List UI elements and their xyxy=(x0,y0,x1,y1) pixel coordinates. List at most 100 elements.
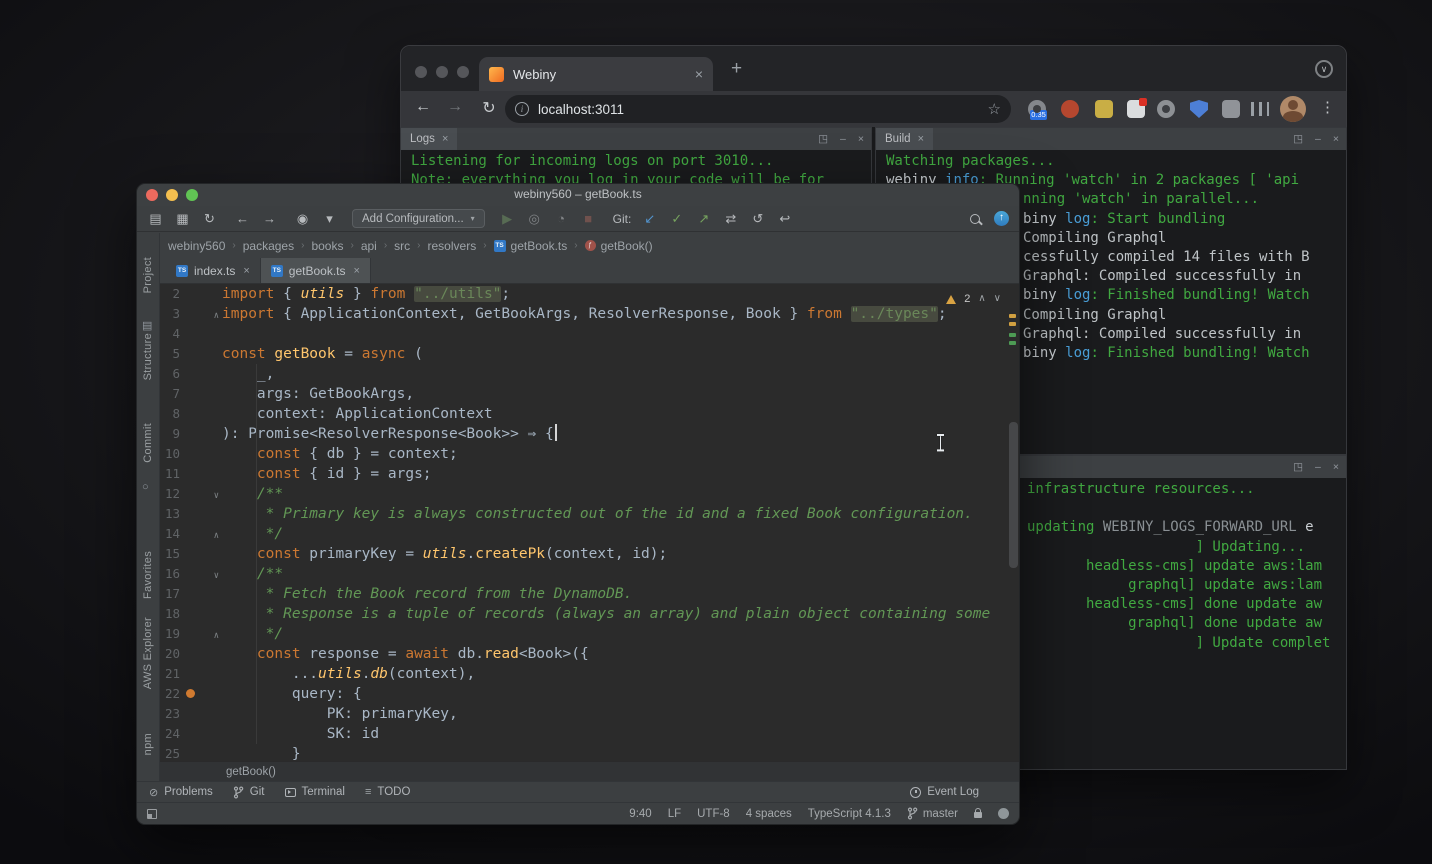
fold-icon[interactable]: ∧ xyxy=(214,626,219,646)
float-icon[interactable]: ◳ xyxy=(1293,133,1303,145)
close-icon[interactable]: × xyxy=(858,133,864,145)
tab-search-button[interactable]: ∨ xyxy=(1315,60,1333,78)
open-project-icon[interactable]: ▤ xyxy=(147,210,164,227)
sidebar-item-aws-explorer[interactable]: AWS Explorer xyxy=(142,617,154,689)
close-icon[interactable]: × xyxy=(1333,461,1339,473)
tab-close-icon[interactable]: × xyxy=(354,265,360,277)
traffic-light-icon[interactable] xyxy=(436,66,448,78)
traffic-light-icon[interactable] xyxy=(166,189,178,201)
bookmark-star-icon[interactable]: ☆ xyxy=(988,100,1001,118)
git-commit-icon[interactable]: ✓ xyxy=(668,210,685,227)
profile-avatar[interactable] xyxy=(1280,96,1306,122)
typescript-version[interactable]: TypeScript 4.1.3 xyxy=(808,808,891,820)
editor-scrollbar[interactable] xyxy=(1009,422,1018,568)
minimize-icon[interactable]: – xyxy=(1315,461,1321,473)
ide-title-bar[interactable]: webiny560 – getBook.ts xyxy=(137,184,1019,206)
fold-icon[interactable]: ∨ xyxy=(214,566,219,586)
browser-menu-icon[interactable]: ⋮ xyxy=(1320,98,1335,116)
undo-icon[interactable]: ↩ xyxy=(776,210,793,227)
sidebar-item-favorites[interactable]: Favorites xyxy=(142,551,154,599)
git-update-icon[interactable]: ↙ xyxy=(641,210,658,227)
sidebar-item-npm[interactable]: npm xyxy=(142,733,154,755)
build-tab[interactable]: Build × xyxy=(876,128,933,150)
code-editor[interactable]: 2 ∧ ∨ 2import { utils } from "../utils";… xyxy=(160,284,1019,761)
readonly-toggle[interactable] xyxy=(974,809,982,818)
camera-extension-icon[interactable] xyxy=(1157,100,1175,118)
reload-icon[interactable]: ↻ xyxy=(479,98,499,118)
new-tab-button[interactable]: + xyxy=(731,58,742,80)
aperture-extension-icon[interactable]: 0.35 xyxy=(1028,100,1046,118)
breadcrumb-item[interactable]: packages xyxy=(243,239,294,253)
url-text[interactable]: localhost:3011 xyxy=(538,102,624,117)
next-problem-icon[interactable]: ∨ xyxy=(994,289,1001,309)
sync-icon[interactable]: ↻ xyxy=(201,210,218,227)
encoding[interactable]: UTF-8 xyxy=(697,808,730,820)
editor-tab[interactable]: getBook.ts× xyxy=(261,258,371,283)
user-settings-icon[interactable]: ◉ xyxy=(294,210,311,227)
float-icon[interactable]: ◳ xyxy=(1293,461,1303,473)
debug-icon[interactable]: ◎ xyxy=(526,210,543,227)
ide-update-icon[interactable] xyxy=(994,211,1009,226)
profile-icon[interactable]: ◔ xyxy=(553,210,570,227)
logs-tab[interactable]: Logs × xyxy=(401,128,457,150)
breadcrumb-item[interactable]: src xyxy=(394,239,410,253)
history-icon[interactable]: ↺ xyxy=(749,210,766,227)
browser-tab[interactable]: Webiny × xyxy=(479,57,713,91)
breadcrumb-item[interactable]: getBook() xyxy=(585,239,653,253)
editor-tab[interactable]: index.ts× xyxy=(166,258,261,283)
caret-position[interactable]: 9:40 xyxy=(629,808,651,820)
save-all-icon[interactable]: ▦ xyxy=(174,210,191,227)
puzzle-extension-icon[interactable] xyxy=(1222,100,1240,118)
lines-extension-icon[interactable] xyxy=(1251,102,1269,116)
folder-icon[interactable]: ▤ xyxy=(142,319,152,332)
close-icon[interactable]: × xyxy=(1333,133,1339,145)
red-circle-extension-icon[interactable] xyxy=(1061,100,1079,118)
prev-problem-icon[interactable]: ∧ xyxy=(978,289,985,309)
sidebar-item-commit[interactable]: Commit xyxy=(142,423,154,463)
float-icon[interactable]: ◳ xyxy=(818,133,828,145)
site-info-icon[interactable]: i xyxy=(515,102,529,116)
tab-close-icon[interactable]: × xyxy=(695,66,703,82)
breadcrumb-item[interactable]: api xyxy=(361,239,377,253)
shield-extension-icon[interactable] xyxy=(1190,100,1208,118)
run-configurations-combo[interactable]: Add Configuration... ▾ xyxy=(352,209,485,228)
git-button[interactable]: Git xyxy=(233,786,265,799)
address-bar[interactable]: i localhost:3011 ☆ xyxy=(505,95,1011,123)
fold-icon[interactable]: ∧ xyxy=(214,306,219,326)
stop-icon[interactable]: ■ xyxy=(580,210,597,227)
dropdown-caret-icon[interactable]: ▾ xyxy=(321,210,338,227)
back-icon[interactable]: ← xyxy=(413,98,433,116)
run-icon[interactable]: ▶ xyxy=(499,210,516,227)
problems-button[interactable]: ⊘Problems xyxy=(149,786,213,799)
fold-icon[interactable]: ∧ xyxy=(214,526,219,546)
minimize-icon[interactable]: – xyxy=(840,133,846,145)
breadcrumb-item[interactable]: resolvers xyxy=(428,239,477,253)
todo-button[interactable]: ≡TODO xyxy=(365,786,410,798)
inspections-indicator[interactable] xyxy=(998,808,1009,819)
tab-close-icon[interactable]: × xyxy=(243,265,249,277)
traffic-light-icon[interactable] xyxy=(146,189,158,201)
toolwindow-toggle-icon[interactable] xyxy=(147,809,157,819)
sidebar-item-structure[interactable]: Structure xyxy=(142,333,154,380)
traffic-light-icon[interactable] xyxy=(186,189,198,201)
breadcrumb-item[interactable]: getBook.ts xyxy=(494,239,568,253)
terminal-button[interactable]: Terminal xyxy=(285,786,345,798)
mail-extension-icon[interactable] xyxy=(1127,100,1145,118)
nav-forward-icon[interactable]: → xyxy=(261,210,278,227)
git-push-icon[interactable]: ↗ xyxy=(695,210,712,227)
lightning-extension-icon[interactable] xyxy=(1095,100,1113,118)
breadcrumb-item[interactable]: books xyxy=(311,239,343,253)
forward-icon[interactable]: → xyxy=(445,98,465,116)
line-separator[interactable]: LF xyxy=(668,808,681,820)
gutter-icon[interactable] xyxy=(186,689,195,698)
sidebar-item-project[interactable]: Project xyxy=(142,257,154,293)
inspections-widget[interactable]: 2 ∧ ∨ xyxy=(946,289,1001,309)
circle-icon[interactable]: ○ xyxy=(142,481,149,493)
nav-back-icon[interactable]: ← xyxy=(234,210,251,227)
git-branch[interactable]: master xyxy=(907,807,958,820)
close-icon[interactable]: × xyxy=(918,133,924,145)
scope-breadcrumb[interactable]: getBook() xyxy=(160,761,1019,781)
search-everywhere-icon[interactable] xyxy=(970,214,980,224)
close-icon[interactable]: × xyxy=(442,133,448,145)
fold-icon[interactable]: ∨ xyxy=(214,486,219,506)
